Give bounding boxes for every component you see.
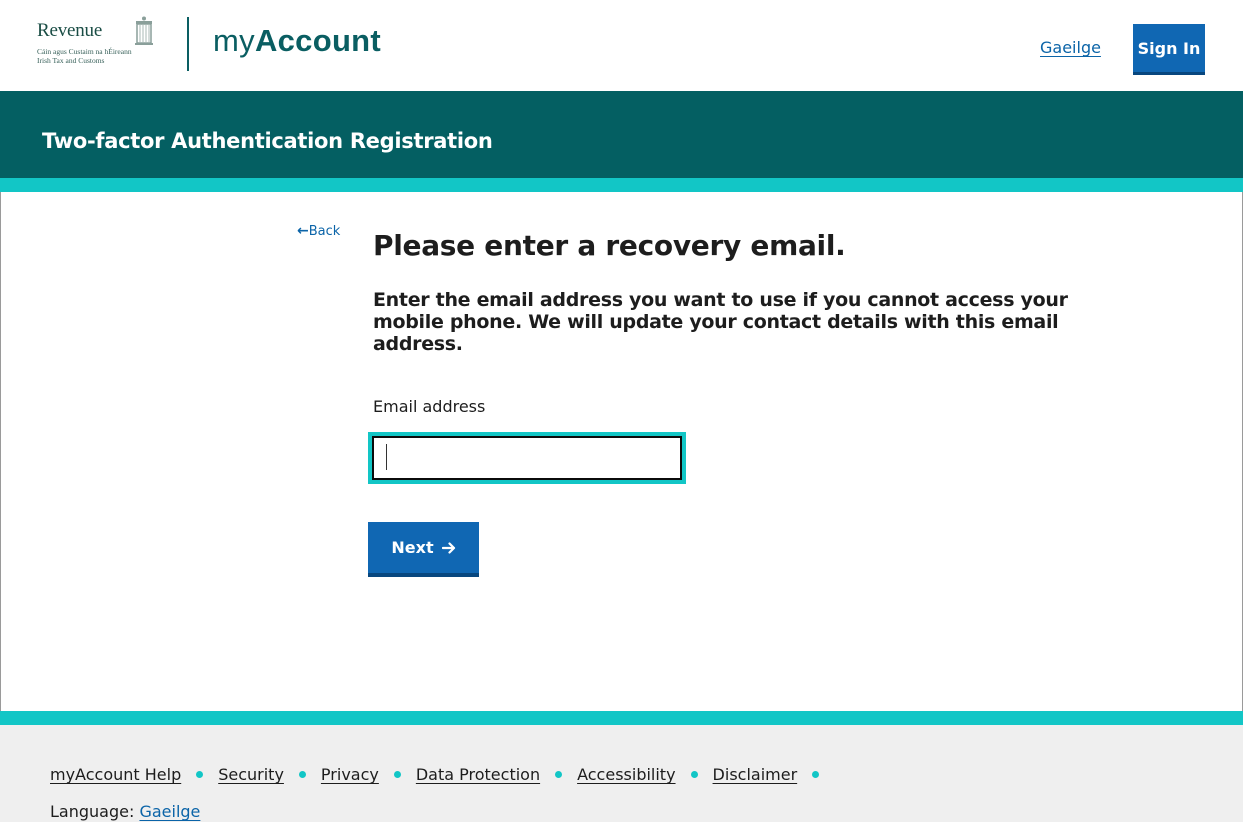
harp-icon	[135, 16, 153, 45]
site-header: Revenue Cáin agus Custaim na hÉireann Ir…	[0, 0, 1243, 91]
footer-accent-bar	[0, 711, 1243, 725]
revenue-logo-subtitle-irish: Cáin agus Custaim na hÉireann	[37, 47, 132, 56]
next-button[interactable]: Next	[368, 522, 479, 577]
next-label: Next	[391, 538, 434, 557]
email-focus-ring	[368, 432, 686, 484]
brand-account: Account	[254, 23, 382, 58]
text-cursor	[386, 444, 387, 470]
arrow-left-icon: ←	[297, 223, 309, 239]
site-footer: myAccount Help Security Privacy Data Pro…	[0, 725, 1243, 822]
footer-link-disclaimer[interactable]: Disclaimer	[713, 765, 798, 784]
footer-separator-dot	[812, 771, 820, 778]
page-banner: Two-factor Authentication Registration	[0, 91, 1243, 178]
footer-link-security[interactable]: Security	[218, 765, 284, 784]
myaccount-brand[interactable]: myAccount	[213, 23, 381, 59]
page-title: Please enter a recovery email.	[373, 229, 846, 262]
footer-link-privacy[interactable]: Privacy	[321, 765, 379, 784]
footer-link-accessibility[interactable]: Accessibility	[577, 765, 675, 784]
sign-in-button[interactable]: Sign In	[1133, 24, 1205, 75]
back-link[interactable]: ←Back	[297, 223, 340, 239]
revenue-logo[interactable]: Revenue Cáin agus Custaim na hÉireann Ir…	[37, 16, 159, 72]
footer-separator-dot	[393, 771, 401, 778]
footer-separator-dot	[196, 771, 204, 778]
footer-language-link[interactable]: Gaeilge	[139, 802, 200, 821]
banner-accent-bar	[0, 178, 1243, 192]
email-label: Email address	[373, 397, 486, 416]
footer-link-data-protection[interactable]: Data Protection	[416, 765, 540, 784]
footer-language-prefix: Language:	[50, 802, 135, 821]
arrow-right-icon	[441, 541, 455, 554]
revenue-logo-subtitle-english: Irish Tax and Customs	[37, 56, 105, 65]
banner-title: Two-factor Authentication Registration	[42, 129, 493, 153]
email-input[interactable]	[372, 436, 682, 480]
header-divider	[187, 17, 189, 71]
back-label: Back	[308, 224, 341, 239]
footer-separator-dot	[298, 771, 306, 778]
footer-language: Language: Gaeilge	[50, 802, 200, 821]
lead-text: Enter the email address you want to use …	[373, 289, 1068, 355]
footer-separator-dot	[690, 771, 698, 778]
footer-separator-dot	[555, 771, 563, 778]
footer-links: myAccount Help Security Privacy Data Pro…	[50, 765, 834, 784]
brand-my: my	[213, 23, 255, 58]
footer-link-myaccount-help[interactable]: myAccount Help	[50, 765, 181, 784]
revenue-logo-name: Revenue	[37, 20, 103, 41]
header-language-link[interactable]: Gaeilge	[1040, 38, 1101, 57]
